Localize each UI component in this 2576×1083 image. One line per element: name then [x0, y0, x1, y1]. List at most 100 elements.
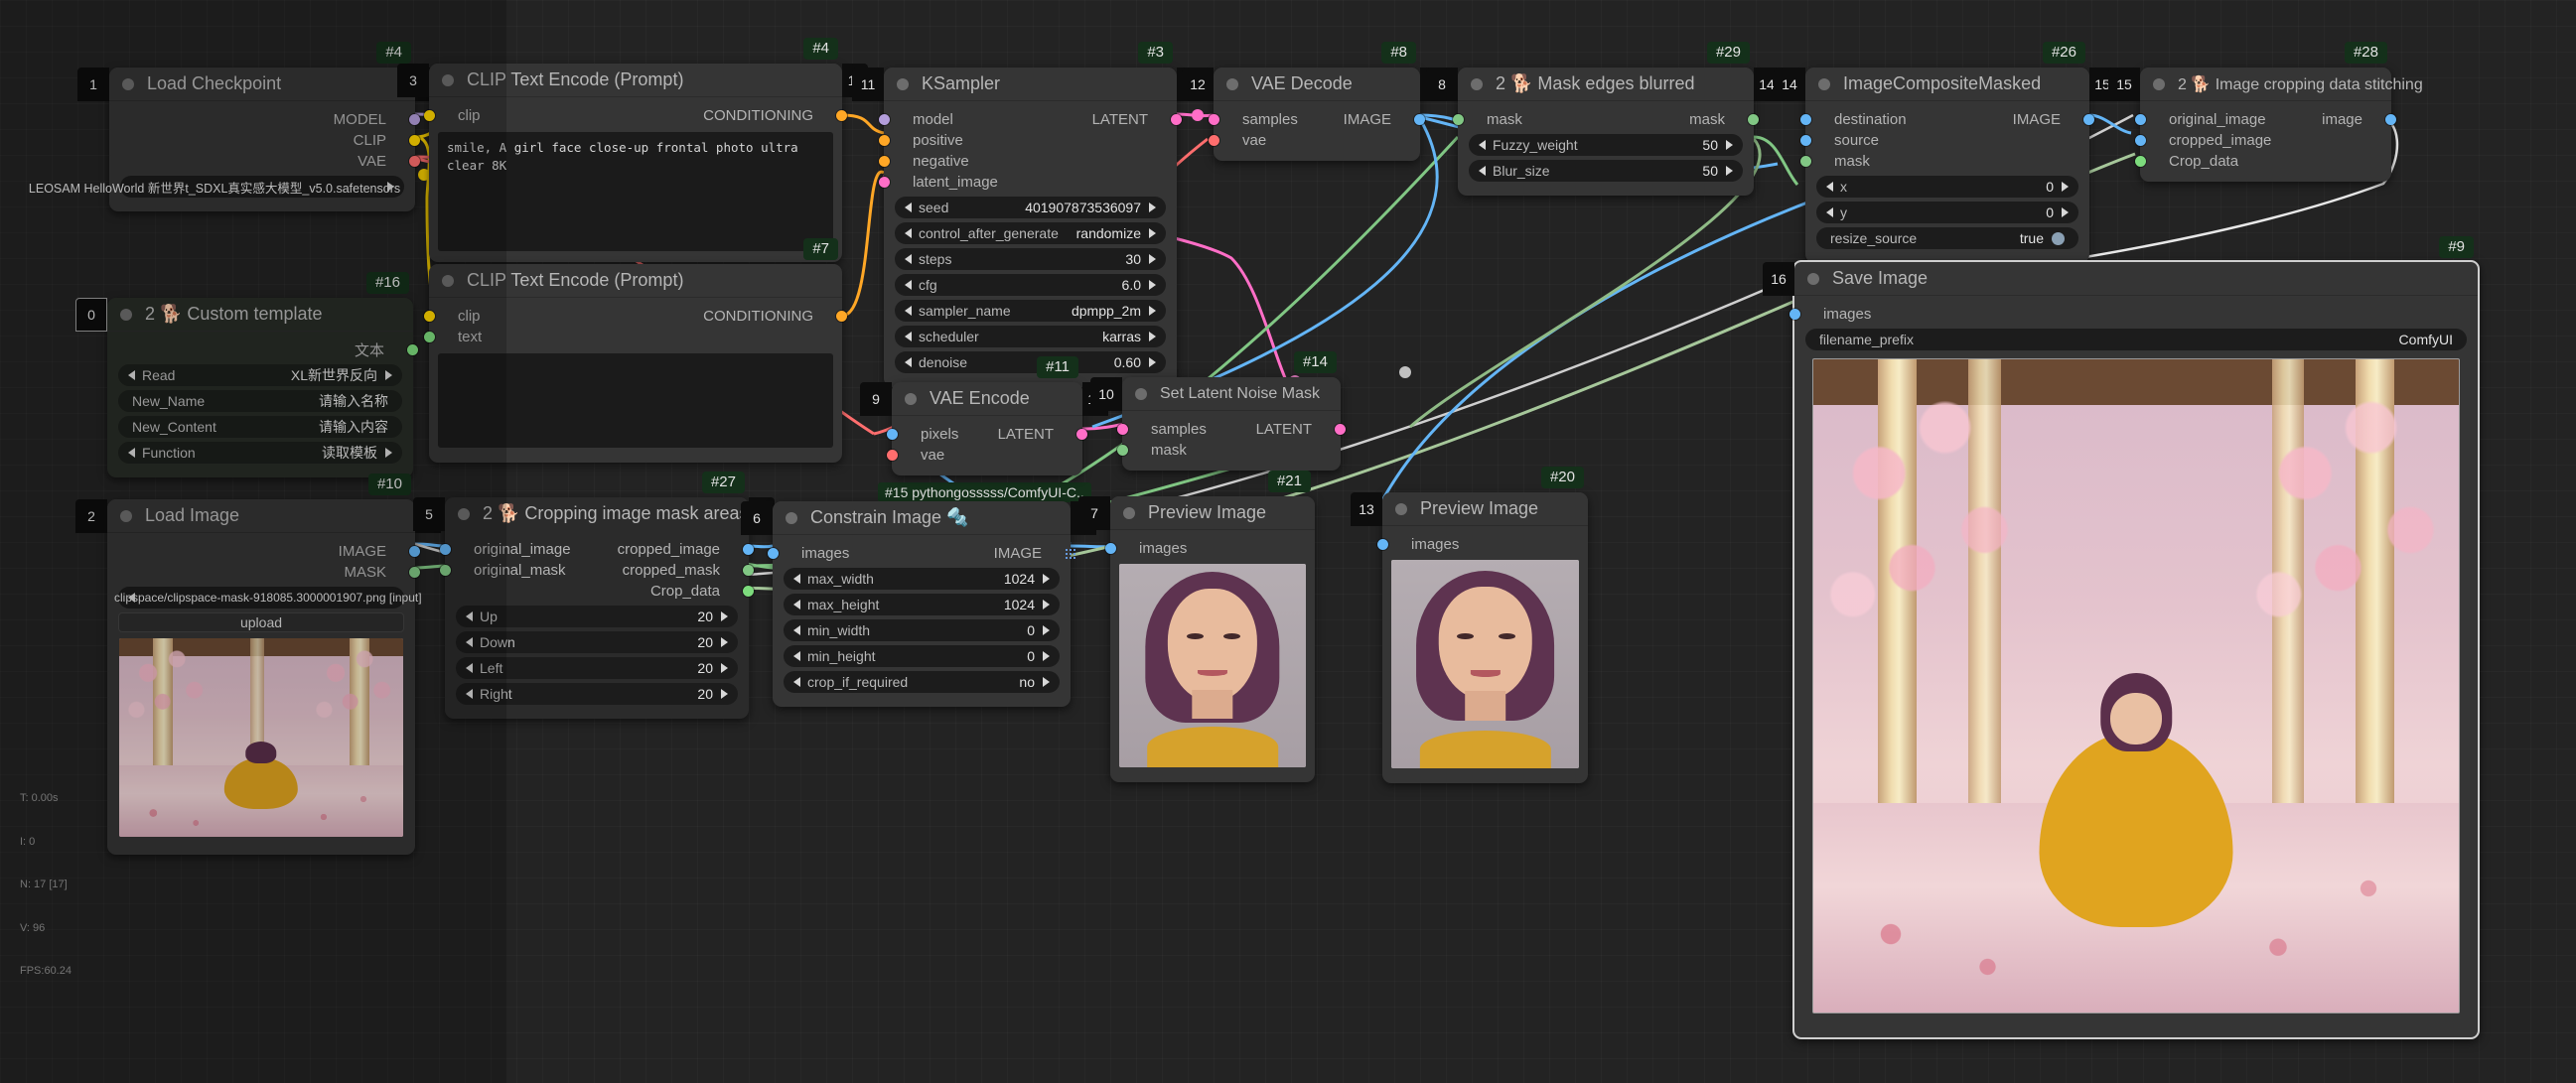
slot-row-cropped-image[interactable]: cropped_image	[2140, 130, 2391, 151]
node-title[interactable]: VAE Decode	[1214, 68, 1420, 101]
node-preview-image-1[interactable]: #21 7 Preview Image images	[1110, 496, 1315, 782]
slot-row-latent-image[interactable]: latent_image	[884, 172, 1177, 193]
widget-down[interactable]: Down 20	[456, 631, 738, 653]
slot-row-samples[interactable]: samples LATENT	[1122, 419, 1341, 440]
slot-row-images[interactable]: images	[1382, 534, 1588, 555]
output-pin-vae[interactable]	[409, 156, 420, 167]
slot-row-positive[interactable]: positive	[884, 130, 1177, 151]
node-preview-image-2[interactable]: #20 13 Preview Image images	[1382, 492, 1588, 783]
widget-crop-if-required[interactable]: crop_if_required no	[784, 671, 1060, 693]
output-slot-vae[interactable]: VAE	[109, 151, 415, 172]
collapse-dot-icon[interactable]	[458, 508, 470, 520]
chevron-right-icon[interactable]	[2062, 182, 2069, 192]
prompt-textarea[interactable]	[438, 353, 833, 448]
node-cropping-image-mask-areas[interactable]: #27 5 6 2 🐕 Cropping image mask areas or…	[445, 497, 749, 719]
chevron-left-icon[interactable]	[905, 228, 912, 238]
node-ksampler[interactable]: #3 11 12 KSampler model LATENT positive …	[884, 68, 1177, 387]
input-pin-cropped-image[interactable]	[2135, 135, 2146, 146]
chevron-left-icon[interactable]	[1479, 166, 1486, 176]
preview-image-thumb[interactable]	[1391, 560, 1579, 768]
slot-row-text-output[interactable]: 文本	[107, 339, 413, 360]
widget-seed[interactable]: seed 401907873536097	[895, 197, 1166, 218]
output-pin-crop-data[interactable]	[743, 586, 754, 597]
upload-button[interactable]: upload	[118, 612, 404, 632]
input-pin-original-mask[interactable]	[440, 565, 451, 576]
node-title[interactable]: Load Checkpoint	[109, 68, 415, 101]
chevron-right-icon[interactable]	[1726, 140, 1733, 150]
slot-row-crop-data[interactable]: Crop_data	[2140, 151, 2391, 172]
chevron-left-icon[interactable]	[905, 357, 912, 367]
input-pin-mask[interactable]	[1800, 156, 1811, 167]
collapse-dot-icon[interactable]	[122, 78, 134, 90]
input-pin-clip[interactable]	[424, 110, 435, 121]
output-pin-image[interactable]	[2385, 114, 2396, 125]
slot-row-text[interactable]: text	[429, 327, 842, 347]
input-pin-pixels[interactable]	[887, 429, 898, 440]
input-pin-destination[interactable]	[1800, 114, 1811, 125]
chevron-right-icon[interactable]	[1149, 332, 1156, 341]
preview-image-thumb[interactable]	[1119, 564, 1306, 767]
input-pin-original-image[interactable]	[2135, 114, 2146, 125]
slot-row-mask[interactable]: mask	[1805, 151, 2089, 172]
node-set-latent-noise-mask[interactable]: #14 10 Set Latent Noise Mask samples LAT…	[1122, 377, 1341, 471]
chevron-right-icon[interactable]	[1043, 574, 1050, 584]
input-pin-source[interactable]	[1800, 135, 1811, 146]
widget-resize-source[interactable]: resize_source true	[1816, 227, 2078, 249]
input-pin-images[interactable]	[1105, 543, 1116, 554]
collapse-dot-icon[interactable]	[1135, 388, 1147, 400]
node-title[interactable]: Preview Image	[1110, 496, 1315, 530]
collapse-dot-icon[interactable]	[120, 309, 132, 321]
node-title[interactable]: Load Image	[107, 499, 415, 533]
widget-min-width[interactable]: min_width 0	[784, 619, 1060, 641]
chevron-right-icon[interactable]	[1043, 625, 1050, 635]
slot-row-mask[interactable]: mask	[1122, 440, 1341, 461]
widget-scheduler[interactable]: scheduler karras	[895, 326, 1166, 347]
output-pin-image[interactable]	[2083, 114, 2094, 125]
chevron-right-icon[interactable]	[385, 448, 392, 458]
chevron-left-icon[interactable]	[1479, 140, 1486, 150]
node-title[interactable]: VAE Encode	[892, 382, 1082, 416]
node-clip-text-encode-negative[interactable]: #7 CLIP Text Encode (Prompt) clip CONDIT…	[429, 264, 842, 463]
node-image-cropping-data-stitching[interactable]: #28 15 2 🐕 Image cropping data stitching…	[2140, 68, 2391, 182]
node-save-image[interactable]: #9 16 Save Image images filename_prefix …	[1792, 260, 2480, 1039]
prompt-textarea[interactable]: smile, A girl face close-up frontal phot…	[438, 132, 833, 251]
collapse-dot-icon[interactable]	[786, 512, 797, 524]
chevron-left-icon[interactable]	[905, 254, 912, 264]
chevron-right-icon[interactable]	[1149, 203, 1156, 212]
widget-ckpt-name[interactable]: LEOSAM HelloWorld 新世界t_SDXL真实感大模型_v5.0.s…	[120, 176, 404, 198]
widget-new-name[interactable]: New_Name 请输入名称	[118, 390, 402, 412]
node-custom-template[interactable]: #16 0 2 🐕 Custom template 文本 Read XL新世界反…	[107, 298, 413, 477]
chevron-left-icon[interactable]	[793, 651, 800, 661]
node-vae-encode[interactable]: #11 9 10 VAE Encode pixels LATENT vae	[892, 382, 1082, 475]
widget-steps[interactable]: steps 30	[895, 248, 1166, 270]
chevron-right-icon[interactable]	[1043, 677, 1050, 687]
chevron-left-icon[interactable]	[466, 611, 473, 621]
toggle-switch[interactable]	[2052, 232, 2065, 245]
input-pin-clip[interactable]	[424, 311, 435, 322]
output-pin-conditioning[interactable]	[836, 110, 847, 121]
chevron-right-icon[interactable]	[1726, 166, 1733, 176]
chevron-left-icon[interactable]	[905, 306, 912, 316]
node-title[interactable]: 2 🐕 Custom template	[107, 298, 413, 332]
output-pin-image-grid-icon[interactable]	[1065, 548, 1076, 560]
chevron-right-icon[interactable]	[1043, 651, 1050, 661]
output-pin-text[interactable]	[407, 344, 418, 355]
collapse-dot-icon[interactable]	[120, 510, 132, 522]
input-pin-text[interactable]	[424, 332, 435, 342]
widget-max-width[interactable]: max_width 1024	[784, 568, 1060, 590]
chevron-right-icon[interactable]	[721, 689, 728, 699]
slot-row-vae[interactable]: vae	[892, 445, 1082, 466]
slot-row-samples[interactable]: samples IMAGE	[1214, 109, 1420, 130]
input-pin-images[interactable]	[1789, 309, 1800, 320]
input-pin-vae[interactable]	[1209, 135, 1219, 146]
output-slot-clip[interactable]: CLIP	[109, 130, 415, 151]
slot-row-clip[interactable]: clip CONDITIONING	[429, 105, 842, 126]
output-pin-cropped-image[interactable]	[743, 544, 754, 555]
node-title[interactable]: Preview Image	[1382, 492, 1588, 526]
slot-row-destination[interactable]: destination IMAGE	[1805, 109, 2089, 130]
chevron-right-icon[interactable]	[1149, 357, 1156, 367]
slot-row-negative[interactable]: negative	[884, 151, 1177, 172]
widget-new-content[interactable]: New_Content 请输入内容	[118, 416, 402, 438]
slot-row-original-image[interactable]: original_image image	[2140, 109, 2391, 130]
collapse-dot-icon[interactable]	[1818, 78, 1830, 90]
